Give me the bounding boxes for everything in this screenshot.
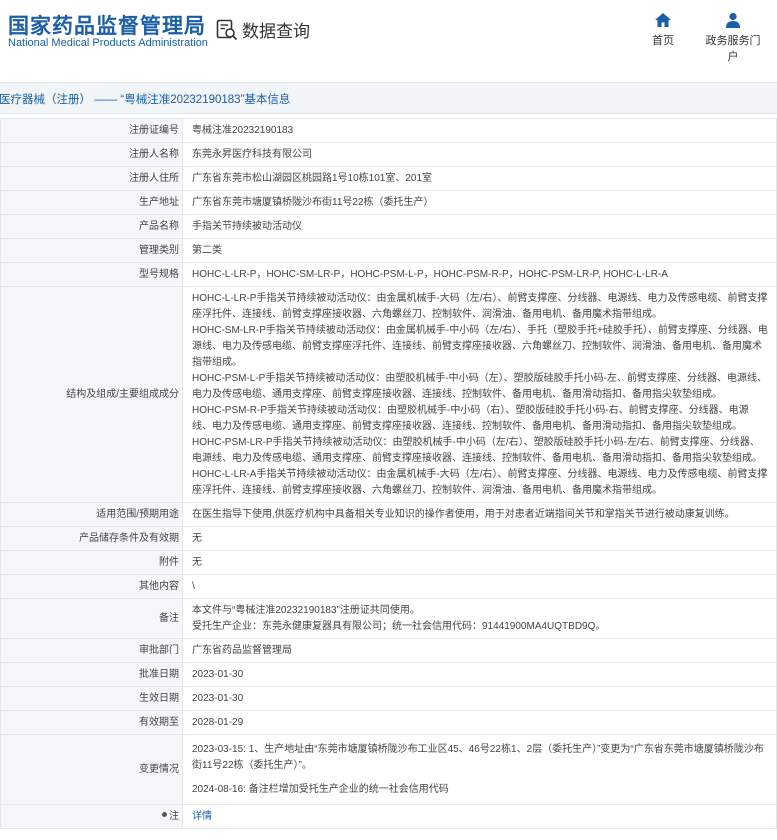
site-logo-subtitle: National Medical Products Administration bbox=[8, 37, 208, 49]
row-label: 生效日期 bbox=[0, 686, 183, 711]
row-label: 生产地址 bbox=[0, 190, 183, 215]
table-row: 附件 无 bbox=[0, 550, 777, 575]
row-value: \ bbox=[182, 574, 777, 599]
table-row: 型号规格 HOHC-L-LR-P，HOHC-SM-LR-P，HOHC-PSM-L… bbox=[0, 262, 777, 287]
structure-line: HOHC-PSM-R-P手指关节持续被动活动仪：由塑胶机械手-中小码（右）、塑胶… bbox=[192, 404, 749, 432]
structure-line: HOHC-SM-LR-P手指关节持续被动活动仪：由金属机械手-中小码（左/右）、… bbox=[192, 324, 768, 368]
row-value: 广东省药品监督管理局 bbox=[182, 638, 777, 663]
table-row: 注册人住所 广东省东莞市松山湖园区桃园路1号10栋101室、201室 bbox=[0, 166, 777, 191]
row-label: 型号规格 bbox=[0, 262, 183, 287]
row-value: 手指关节持续被动活动仪 bbox=[182, 214, 777, 239]
table-row: 生产地址 广东省东莞市塘厦镇桥陇沙布街11号22栋（委托生产） bbox=[0, 190, 777, 215]
row-value: 本文件与“粤械注准20232190183”注册证共同使用。 受托生产企业：东莞永… bbox=[182, 598, 777, 639]
row-value: 在医生指导下使用,供医疗机构中具备相关专业知识的操作者使用，用于对患者近端指间关… bbox=[182, 502, 777, 527]
table-row: 有效期至 2028-01-29 bbox=[0, 710, 777, 735]
note-bullet-icon bbox=[162, 812, 167, 818]
row-label: 注册人名称 bbox=[0, 142, 183, 167]
row-value: HOHC-L-LR-P，HOHC-SM-LR-P，HOHC-PSM-L-P，HO… bbox=[182, 262, 777, 287]
remark-line: 本文件与“粤械注准20232190183”注册证共同使用。 bbox=[192, 604, 420, 616]
change-spacer bbox=[192, 774, 768, 782]
row-value: 无 bbox=[182, 550, 777, 575]
table-row: 注册证编号 粤械注准20232190183 bbox=[0, 118, 777, 143]
table-row: 管理类别 第二类 bbox=[0, 238, 777, 263]
row-value: 粤械注准20232190183 bbox=[182, 118, 777, 143]
table-row: 其他内容 \ bbox=[0, 574, 777, 599]
table-row: 注 详情 bbox=[0, 804, 777, 829]
row-label: 审批部门 bbox=[0, 638, 183, 663]
table-row: 注册人名称 东莞永昇医疗科技有限公司 bbox=[0, 142, 777, 167]
table-row: 生效日期 2023-01-30 bbox=[0, 686, 777, 711]
row-label: 结构及组成/主要组成成分 bbox=[0, 286, 183, 503]
row-label: 注 bbox=[0, 804, 183, 829]
structure-line: HOHC-PSM-LR-P手指关节持续被动活动仪：由塑胶机械手-中小码（左/右）… bbox=[192, 436, 762, 464]
row-label: 其他内容 bbox=[0, 574, 183, 599]
change-entry: 2023-03-15: 1、生产地址由“东莞市塘厦镇桥陇沙布工业区45、46号2… bbox=[192, 743, 764, 771]
row-value: 详情 bbox=[182, 804, 777, 829]
nav-service-portal-label: 政务服务门户 bbox=[705, 35, 761, 63]
nav-home[interactable]: 首页 bbox=[631, 12, 695, 48]
table-row: 产品名称 手指关节持续被动活动仪 bbox=[0, 214, 777, 239]
row-label: 备注 bbox=[0, 598, 183, 639]
home-icon bbox=[631, 12, 695, 28]
data-query-icon bbox=[216, 19, 238, 41]
row-label: 变更情况 bbox=[0, 734, 183, 805]
record-title: 医疗器械（注册） —— “粤械注准20232190183”基本信息 bbox=[0, 94, 291, 106]
change-entry: 2024-08-16: 备注栏增加受托生产企业的统一社会信用代码 bbox=[192, 783, 449, 795]
row-label: 批准日期 bbox=[0, 662, 183, 687]
row-value: 广东省东莞市松山湖园区桃园路1号10栋101室、201室 bbox=[182, 166, 777, 191]
row-value: 第二类 bbox=[182, 238, 777, 263]
data-query-label: 数据查询 bbox=[242, 22, 310, 41]
row-value: 东莞永昇医疗科技有限公司 bbox=[182, 142, 777, 167]
device-detail-table: 注册证编号 粤械注准20232190183 注册人名称 东莞永昇医疗科技有限公司… bbox=[0, 118, 777, 829]
nav-home-label: 首页 bbox=[652, 35, 674, 47]
row-label: 产品储存条件及有效期 bbox=[0, 526, 183, 551]
user-icon bbox=[701, 12, 765, 28]
note-label: 注 bbox=[169, 810, 179, 822]
table-row: 批准日期 2023-01-30 bbox=[0, 662, 777, 687]
table-row: 备注 本文件与“粤械注准20232190183”注册证共同使用。 受托生产企业：… bbox=[0, 598, 777, 639]
row-label: 附件 bbox=[0, 550, 183, 575]
table-row: 变更情况 2023-03-15: 1、生产地址由“东莞市塘厦镇桥陇沙布工业区45… bbox=[0, 734, 777, 805]
row-value: 2023-01-30 bbox=[182, 662, 777, 687]
row-label: 有效期至 bbox=[0, 710, 183, 735]
site-logo-title[interactable]: 国家药品监督管理局 bbox=[8, 10, 206, 40]
table-row: 结构及组成/主要组成成分 HOHC-L-LR-P手指关节持续被动活动仪：由金属机… bbox=[0, 286, 777, 503]
structure-line: HOHC-PSM-L-P手指关节持续被动活动仪：由塑胶机械手-中小码（左）、塑胶… bbox=[192, 372, 767, 400]
row-value: HOHC-L-LR-P手指关节持续被动活动仪：由金属机械手-大码（左/右）、前臂… bbox=[182, 286, 777, 503]
row-label: 适用范围/预期用途 bbox=[0, 502, 183, 527]
row-value: 广东省东莞市塘厦镇桥陇沙布街11号22栋（委托生产） bbox=[182, 190, 777, 215]
table-row: 审批部门 广东省药品监督管理局 bbox=[0, 638, 777, 663]
row-value: 2023-01-30 bbox=[182, 686, 777, 711]
structure-line: HOHC-L-LR-A手指关节持续被动活动仪：由金属机械手-大码（左/右）、前臂… bbox=[192, 468, 768, 496]
row-label: 产品名称 bbox=[0, 214, 183, 239]
remark-line: 受托生产企业：东莞永健康复器具有限公司；统一社会信用代码：91441900MA4… bbox=[192, 620, 606, 632]
nav-service-portal[interactable]: 政务服务门户 bbox=[701, 12, 765, 64]
site-header: 国家药品监督管理局 National Medical Products Admi… bbox=[0, 0, 777, 63]
row-value: 2028-01-29 bbox=[182, 710, 777, 735]
record-title-bar: 医疗器械（注册） —— “粤械注准20232190183”基本信息 bbox=[0, 82, 777, 114]
row-value: 2023-03-15: 1、生产地址由“东莞市塘厦镇桥陇沙布工业区45、46号2… bbox=[182, 734, 777, 805]
table-row: 产品储存条件及有效期 无 bbox=[0, 526, 777, 551]
table-row: 适用范围/预期用途 在医生指导下使用,供医疗机构中具备相关专业知识的操作者使用，… bbox=[0, 502, 777, 527]
row-label: 注册证编号 bbox=[0, 118, 183, 143]
row-label: 注册人住所 bbox=[0, 166, 183, 191]
row-label: 管理类别 bbox=[0, 238, 183, 263]
details-link[interactable]: 详情 bbox=[192, 811, 212, 822]
structure-line: HOHC-L-LR-P手指关节持续被动活动仪：由金属机械手-大码（左/右）、前臂… bbox=[192, 292, 768, 320]
row-value: 无 bbox=[182, 526, 777, 551]
data-query-section: 数据查询 bbox=[216, 17, 310, 42]
